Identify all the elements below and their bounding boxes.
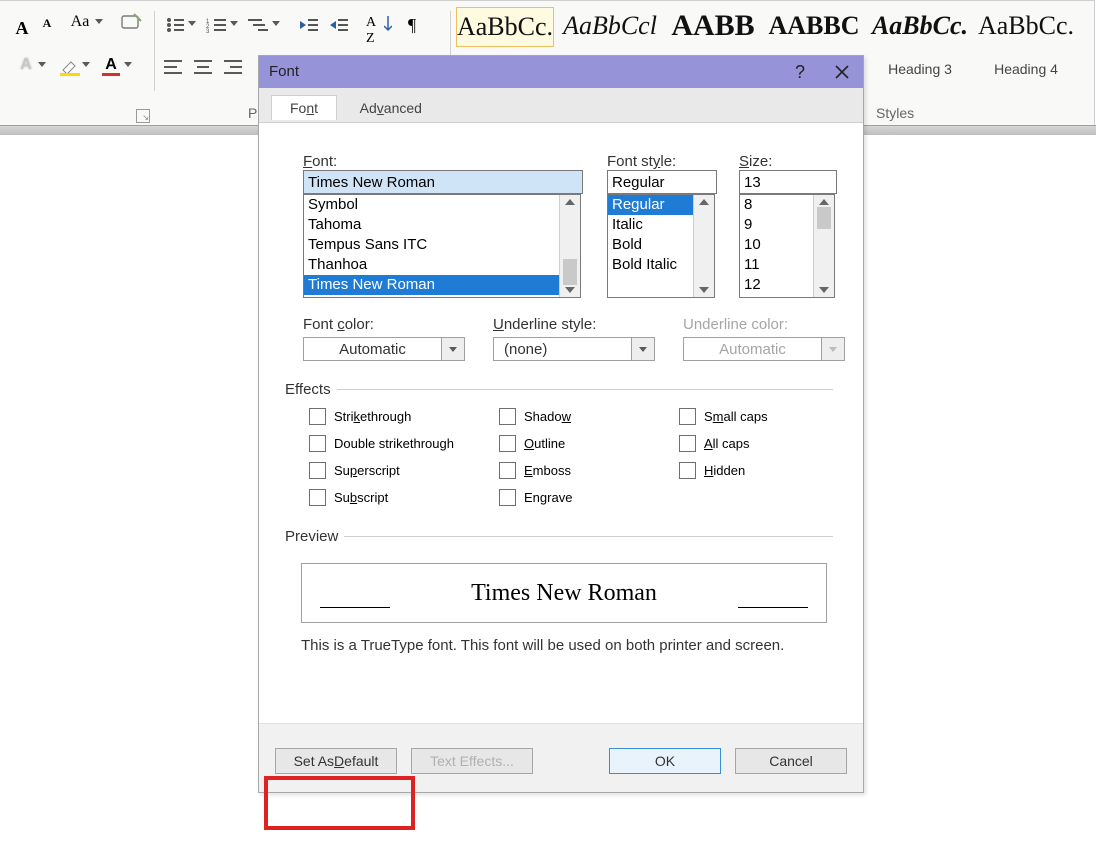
font-option[interactable]: Times New Roman — [304, 275, 580, 295]
size-listbox[interactable]: 89101112 — [739, 194, 835, 298]
bullets-icon[interactable] — [166, 17, 186, 33]
font-option[interactable]: Tempus Sans ITC — [304, 235, 580, 255]
preview-legend: Preview — [279, 528, 344, 545]
increase-font-icon[interactable]: A — [10, 13, 34, 43]
font-listbox[interactable]: SymbolTahomaTempus Sans ITCThanhoaTimes … — [303, 194, 581, 298]
size-input[interactable] — [739, 170, 837, 194]
set-default-button[interactable]: Set As Default — [275, 748, 397, 774]
close-button[interactable] — [821, 56, 863, 88]
double-strike-checkbox[interactable]: Double strikethrough — [309, 435, 499, 452]
font-dialog: Font ? Font Advanced Font: SymbolTahomaT… — [258, 55, 864, 793]
outdent-icon[interactable] — [300, 17, 320, 33]
decrease-font-icon[interactable]: A — [38, 16, 56, 31]
style-gallery-item[interactable]: AABB — [668, 7, 758, 45]
tab-body: Font: SymbolTahomaTempus Sans ITCThanhoa… — [259, 123, 863, 724]
dialog-titlebar: Font ? — [259, 56, 863, 88]
style-gallery-item[interactable]: AaBbCc. — [978, 7, 1074, 45]
style-scrollbar[interactable] — [693, 195, 714, 297]
style-gallery-item[interactable]: AaBbCcl — [562, 7, 658, 45]
style-gallery-item[interactable]: AABBC — [766, 7, 862, 45]
align-left-icon[interactable] — [164, 60, 182, 74]
allcaps-checkbox[interactable]: All caps — [679, 435, 768, 452]
font-group-launcher[interactable]: ↘ — [136, 109, 150, 123]
font-option[interactable]: Symbol — [304, 195, 580, 215]
change-case-dropdown[interactable] — [95, 19, 103, 24]
svg-text:3: 3 — [206, 29, 210, 33]
text-effects-icon[interactable]: A — [14, 56, 38, 74]
underline-style-combo[interactable]: (none) — [493, 337, 655, 361]
style-label: Font style: — [607, 153, 715, 170]
font-color-combo[interactable]: Automatic — [303, 337, 465, 361]
highlight-icon[interactable] — [58, 56, 82, 74]
size-scrollbar[interactable] — [813, 195, 834, 297]
cancel-button[interactable]: Cancel — [735, 748, 847, 774]
tab-advanced[interactable]: Advanced — [341, 95, 441, 120]
shadow-checkbox[interactable]: Shadow — [499, 408, 679, 425]
font-option[interactable]: Thanhoa — [304, 255, 580, 275]
font-option[interactable]: Tahoma — [304, 215, 580, 235]
style-gallery-item[interactable]: AaBbCc. — [872, 7, 968, 45]
sort-arrow-icon — [384, 16, 392, 34]
text-effects-dropdown[interactable] — [38, 62, 46, 67]
font-color-label: Font color: — [303, 316, 465, 333]
preview-note: This is a TrueType font. This font will … — [301, 637, 833, 654]
show-marks-icon[interactable]: ¶ — [408, 15, 416, 36]
engrave-checkbox[interactable]: Engrave — [499, 489, 679, 506]
preview-text: Times New Roman — [471, 580, 657, 607]
ok-button[interactable]: OK — [609, 748, 721, 774]
multilevel-dropdown[interactable] — [272, 21, 280, 26]
font-scrollbar[interactable] — [559, 195, 580, 297]
hidden-checkbox[interactable]: Hidden — [679, 462, 768, 479]
dialog-title: Font — [269, 63, 299, 80]
multilevel-icon[interactable] — [248, 17, 270, 33]
change-case-icon[interactable]: Aa — [65, 13, 95, 31]
underline-color-label: Underline color: — [683, 316, 845, 333]
subscript-checkbox[interactable]: Subscript — [309, 489, 499, 506]
style-gallery-label: Heading 3 — [872, 61, 968, 77]
numbering-dropdown[interactable] — [230, 21, 238, 26]
size-label: Size: — [739, 153, 835, 170]
font-label: Font: — [303, 153, 583, 170]
emboss-checkbox[interactable]: Emboss — [499, 462, 679, 479]
style-gallery-label: Heading 4 — [978, 61, 1074, 77]
style-gallery-item[interactable]: AaBbCc. — [456, 7, 554, 47]
tab-font[interactable]: Font — [271, 95, 337, 120]
dialog-footer: Set As Default Text Effects... OK Cancel — [259, 730, 863, 792]
styles-group-label: Styles — [876, 105, 914, 121]
clear-format-icon[interactable] — [118, 13, 146, 33]
underline-style-label: Underline style: — [493, 316, 655, 333]
numbering-icon[interactable]: 123 — [206, 17, 228, 33]
bullets-dropdown[interactable] — [188, 21, 196, 26]
style-listbox[interactable]: RegularItalicBoldBold Italic — [607, 194, 715, 298]
highlight-dropdown[interactable] — [82, 62, 90, 67]
tab-strip: Font Advanced — [259, 88, 863, 123]
indent-icon[interactable] — [330, 17, 350, 33]
style-input[interactable] — [607, 170, 717, 194]
sort-icon[interactable]: AZ — [366, 15, 376, 47]
font-color-dropdown[interactable] — [124, 62, 132, 67]
smallcaps-checkbox[interactable]: Small caps — [679, 408, 768, 425]
underline-color-combo: Automatic — [683, 337, 845, 361]
strikethrough-checkbox[interactable]: Strikethrough — [309, 408, 499, 425]
font-color-icon[interactable]: A — [100, 56, 122, 74]
outline-checkbox[interactable]: Outline — [499, 435, 679, 452]
help-button[interactable]: ? — [779, 56, 821, 88]
align-center-icon[interactable] — [194, 60, 212, 74]
effects-legend: Effects — [279, 381, 337, 398]
preview-box: Times New Roman — [301, 563, 827, 623]
superscript-checkbox[interactable]: Superscript — [309, 462, 499, 479]
text-effects-button: Text Effects... — [411, 748, 533, 774]
align-right-icon[interactable] — [224, 60, 242, 74]
paragraph-group-label: P — [248, 105, 257, 121]
font-input[interactable] — [303, 170, 583, 194]
